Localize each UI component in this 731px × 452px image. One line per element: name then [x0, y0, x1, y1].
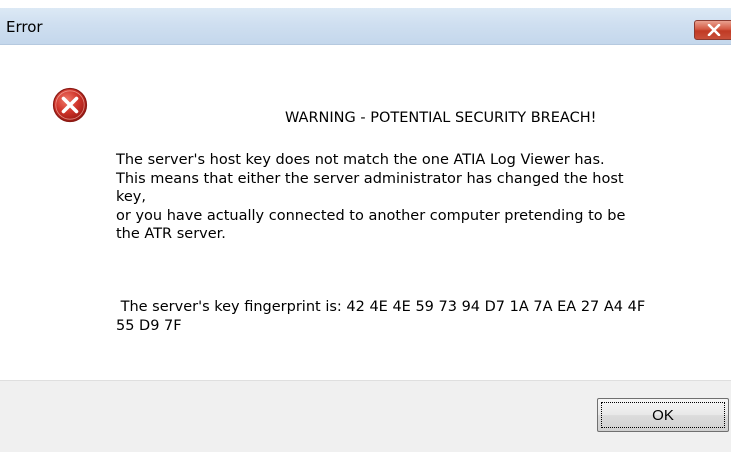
ok-button-label: OK — [652, 406, 674, 424]
ok-button[interactable]: OK — [597, 398, 729, 432]
fingerprint-line: The server's key fingerprint is: 42 4E 4… — [116, 299, 646, 315]
fingerprint-line: 55 D9 7F — [116, 317, 182, 334]
message-line: or you have actually connected to anothe… — [116, 207, 626, 224]
error-icon — [52, 87, 88, 123]
title-bar[interactable]: Error — [0, 8, 731, 45]
button-bar: OK — [0, 380, 731, 452]
warning-heading: WARNING - POTENTIAL SECURITY BREACH! — [285, 110, 597, 126]
message-line: the ATR server. — [116, 226, 226, 242]
message-line: key, — [116, 189, 146, 205]
close-button[interactable] — [694, 20, 731, 40]
message-line: This means that either the server admini… — [116, 170, 624, 187]
message-text: The server's host key does not match the… — [116, 151, 706, 244]
close-x-icon — [707, 24, 721, 36]
fingerprint-text: The server's key fingerprint is: 42 4E 4… — [116, 298, 706, 335]
message-line: The server's host key does not match the… — [116, 152, 605, 168]
window-title: Error — [6, 18, 43, 36]
error-dialog: Error WARNING - POTENTIAL SECURITY BREAC… — [0, 0, 731, 452]
